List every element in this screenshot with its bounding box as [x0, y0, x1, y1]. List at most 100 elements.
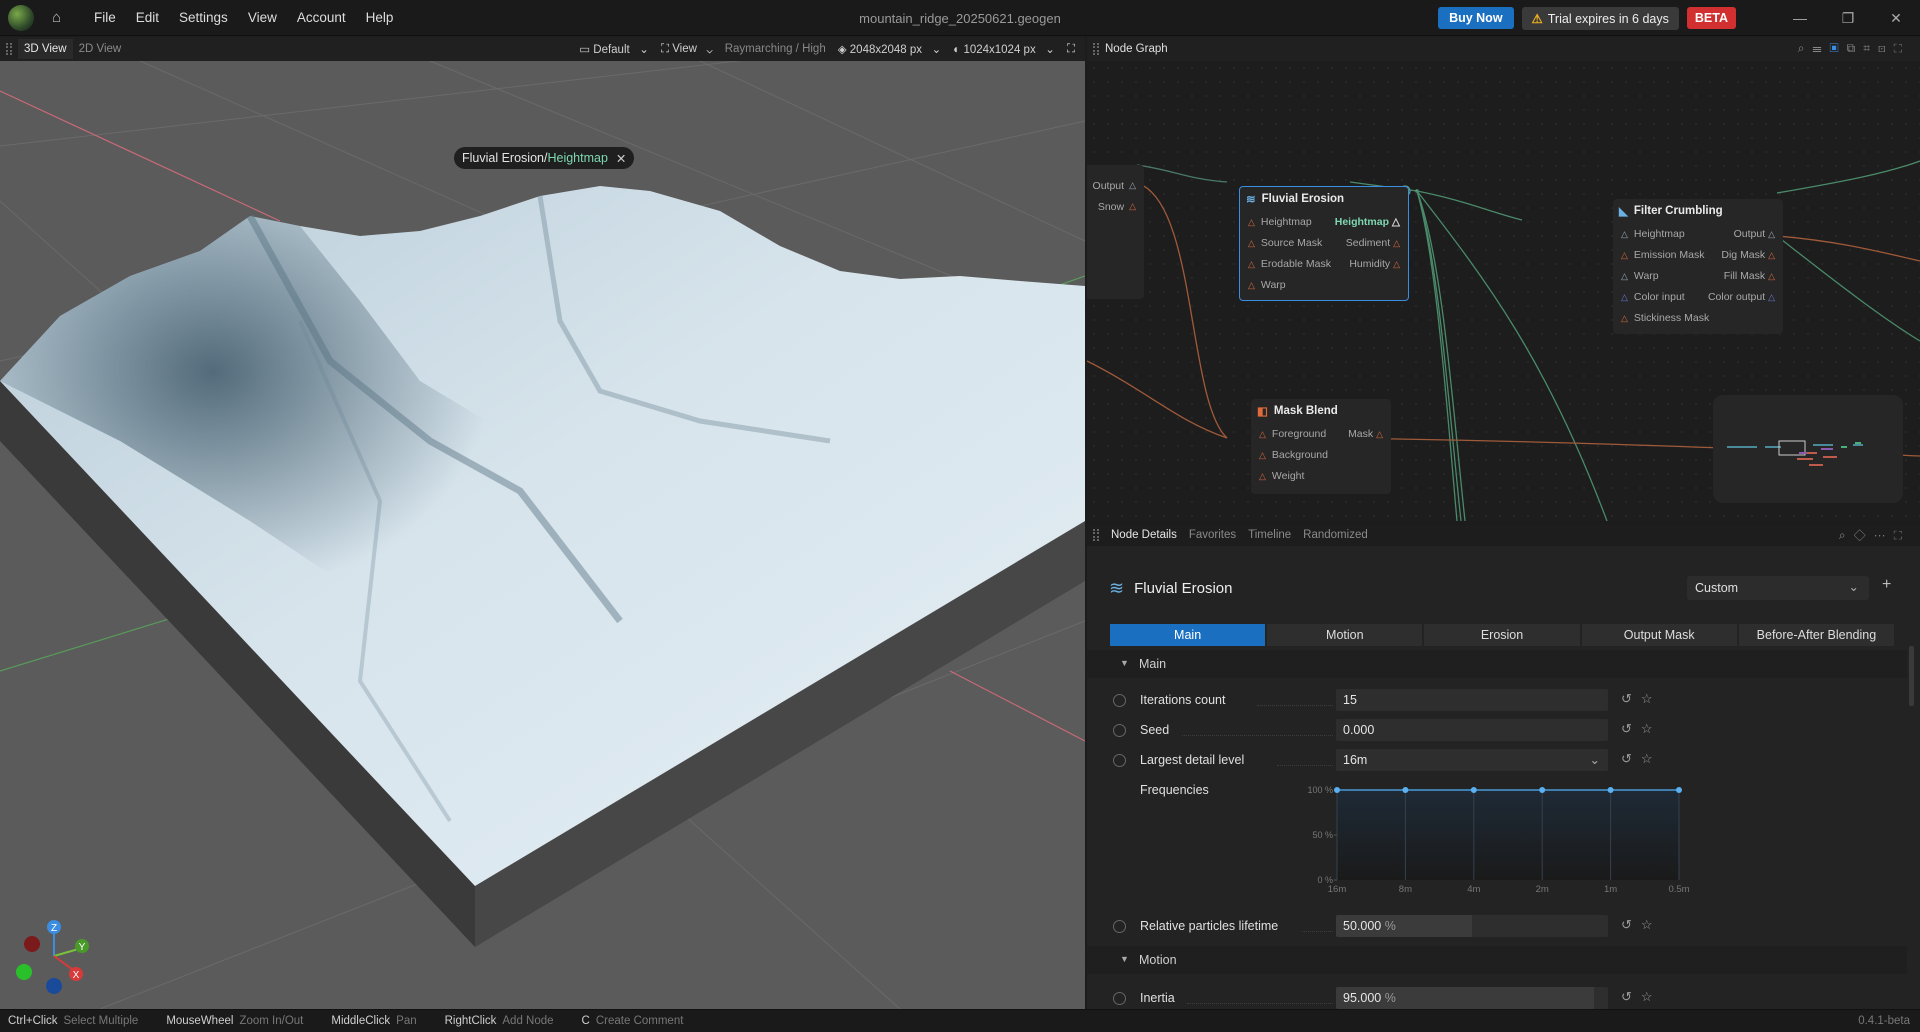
node-fluvial-erosion[interactable]: ≋ Fluvial Erosion △ Heightmap Heightmap △ △… — [1239, 186, 1409, 301]
node-view-icon[interactable]: ▣ — [1829, 41, 1846, 55]
favorite-radio[interactable] — [1113, 920, 1126, 933]
node-port-row[interactable]: △ Source Mask Sediment △ — [1240, 232, 1408, 253]
node-port-row[interactable]: △ Foreground Mask △ — [1251, 423, 1391, 444]
panel-grip-icon[interactable] — [1093, 529, 1099, 541]
node-port-row[interactable]: △ Color input Color output △ — [1613, 286, 1783, 307]
frequency-point[interactable] — [1676, 787, 1682, 793]
minimize-icon[interactable]: — — [1776, 10, 1824, 26]
node-output-port[interactable]: Snow △ — [1087, 196, 1144, 217]
favorite-radio[interactable] — [1113, 694, 1126, 707]
menu-settings[interactable]: Settings — [169, 10, 238, 25]
panel-grip-icon[interactable] — [1093, 43, 1099, 55]
menu-help[interactable]: Help — [356, 10, 404, 25]
reset-icon[interactable]: ↺ — [1621, 691, 1641, 706]
subtab-before-after-blending[interactable]: Before-After Blending — [1738, 624, 1895, 646]
node-breadcrumb[interactable]: Fluvial Erosion / Heightmap ✕ — [454, 147, 635, 169]
tab-randomized[interactable]: Randomized — [1297, 525, 1374, 545]
frequency-point[interactable] — [1334, 787, 1340, 793]
seed-input[interactable]: 0.000 — [1336, 719, 1608, 741]
node-port-row[interactable]: △ Heightmap Output △ — [1613, 223, 1783, 244]
preset-select[interactable]: Custom ⌄ — [1687, 576, 1869, 600]
trial-badge[interactable]: ⚠ Trial expires in 6 days — [1521, 6, 1679, 30]
list-icon[interactable]: ☰ — [1812, 41, 1829, 55]
texture-resolution-dropdown[interactable]: ◐ 1024x1024 px ⌄ — [953, 42, 1055, 56]
close-icon[interactable]: ✕ — [1872, 10, 1920, 27]
fullscreen-icon[interactable]: ⛶ — [1067, 43, 1075, 56]
render-mode[interactable]: Raymarching / High — [725, 43, 826, 55]
search-icon[interactable]: ⌕ — [1839, 528, 1854, 542]
details-scrollbar[interactable] — [1909, 646, 1914, 706]
add-preset-icon[interactable]: + — [1882, 576, 1891, 594]
node-filter-crumbling[interactable]: ◣ Filter Crumbling △ Heightmap Output △ △ Em… — [1613, 199, 1783, 334]
node-port-row[interactable]: △ Warp — [1240, 274, 1408, 295]
resolution-dropdown[interactable]: ◈ 2048x2048 px ⌄ — [838, 42, 942, 56]
search-icon[interactable]: ⌕ — [1798, 41, 1813, 55]
node-port-row[interactable]: △ Weight — [1251, 465, 1391, 486]
axis-gizmo[interactable]: Z Y X — [14, 916, 94, 996]
node-output-port[interactable]: Output △ — [1087, 175, 1144, 196]
view-dropdown[interactable]: ⛶ View ⌄ — [661, 43, 713, 56]
graph-minimap[interactable] — [1713, 395, 1903, 503]
subtab-output-mask[interactable]: Output Mask — [1581, 624, 1737, 646]
favorite-radio[interactable] — [1113, 724, 1126, 737]
section-main-header[interactable]: Main — [1087, 650, 1907, 678]
frequencies-chart[interactable]: 100 %50 %0 % 16m 8m 4m 2m 1m 0.5m — [1247, 782, 1787, 908]
gizmo-neg-x[interactable] — [24, 936, 40, 952]
node-graph-canvas[interactable]: Output △ Snow △ ≋ Fluvial Erosion △ Heightma… — [1087, 61, 1920, 521]
tab-2d-view[interactable]: 2D View — [73, 39, 128, 59]
node-port-row[interactable]: △ Erodable Mask Humidity △ — [1240, 253, 1408, 274]
favorite-radio[interactable] — [1113, 992, 1126, 1005]
largest-detail-level-select[interactable]: 16m ⌄ — [1336, 749, 1608, 771]
maximize-icon[interactable]: ❐ — [1824, 10, 1872, 27]
reset-icon[interactable]: ↺ — [1621, 721, 1641, 736]
star-icon[interactable]: ☆ — [1641, 917, 1662, 932]
node-port-row[interactable]: △ Emission Mask Dig Mask △ — [1613, 244, 1783, 265]
node-port-row[interactable]: △ Background — [1251, 444, 1391, 465]
subtab-erosion[interactable]: Erosion — [1424, 624, 1580, 646]
star-icon[interactable]: ☆ — [1641, 721, 1662, 736]
close-icon[interactable]: ✕ — [616, 151, 626, 166]
partial-node[interactable]: Output △ Snow △ — [1087, 165, 1144, 299]
star-icon[interactable]: ☆ — [1641, 989, 1662, 1004]
viewport-3d[interactable]: Fluvial Erosion / Heightmap ✕ Z Y X — [0, 61, 1085, 1009]
frequency-point[interactable] — [1607, 787, 1614, 793]
favorite-radio[interactable] — [1113, 754, 1126, 767]
reset-icon[interactable]: ↺ — [1621, 989, 1641, 1004]
tab-node-details[interactable]: Node Details — [1105, 525, 1183, 545]
node-port-row[interactable]: △ Warp Fill Mask △ — [1613, 265, 1783, 286]
tab-3d-view[interactable]: 3D View — [18, 39, 73, 59]
subtab-motion[interactable]: Motion — [1267, 624, 1423, 646]
tab-favorites[interactable]: Favorites — [1183, 525, 1242, 545]
home-icon[interactable]: ⌂ — [52, 10, 68, 25]
inertia-slider[interactable]: 95.000 % — [1336, 987, 1608, 1009]
reset-icon[interactable]: ↺ — [1621, 917, 1641, 932]
section-motion-header[interactable]: Motion — [1087, 946, 1907, 974]
node-port-row[interactable]: △ Heightmap Heightmap △ — [1240, 211, 1408, 232]
preset-dropdown[interactable]: ▭ Default ⌄ — [579, 42, 649, 56]
menu-edit[interactable]: Edit — [126, 10, 169, 25]
frequency-point[interactable] — [1402, 787, 1409, 793]
menu-file[interactable]: File — [84, 10, 126, 25]
more-icon[interactable]: ⋯ — [1874, 528, 1894, 542]
subtab-main[interactable]: Main — [1110, 624, 1266, 646]
iterations-count-input[interactable]: 15 — [1336, 689, 1608, 711]
reset-icon[interactable]: ↺ — [1621, 751, 1641, 766]
panel-grip-icon[interactable] — [6, 43, 12, 55]
node-port-row[interactable]: △ Stickiness Mask — [1613, 307, 1783, 328]
buy-now-button[interactable]: Buy Now — [1438, 7, 1514, 29]
star-icon[interactable]: ☆ — [1641, 691, 1662, 706]
menu-account[interactable]: Account — [287, 10, 356, 25]
layout-icon[interactable]: ⧉ — [1847, 41, 1864, 55]
star-icon[interactable]: ☆ — [1641, 751, 1662, 766]
frame-all-icon[interactable]: ⌗ — [1863, 41, 1878, 55]
menu-view[interactable]: View — [238, 10, 287, 25]
fullscreen-icon[interactable]: ⛶ — [1894, 41, 1910, 55]
node-mask-blend[interactable]: ◧ Mask Blend △ Foreground Mask △ △ Backgroun… — [1251, 399, 1391, 494]
diamond-icon[interactable]: ◇ — [1854, 528, 1874, 542]
gizmo-neg-z[interactable] — [46, 978, 62, 994]
frequency-point[interactable] — [1470, 787, 1477, 793]
gizmo-neg-y[interactable] — [16, 964, 32, 980]
fit-icon[interactable]: ⊡ — [1878, 41, 1894, 55]
tab-timeline[interactable]: Timeline — [1242, 525, 1297, 545]
frequency-point[interactable] — [1539, 787, 1546, 793]
